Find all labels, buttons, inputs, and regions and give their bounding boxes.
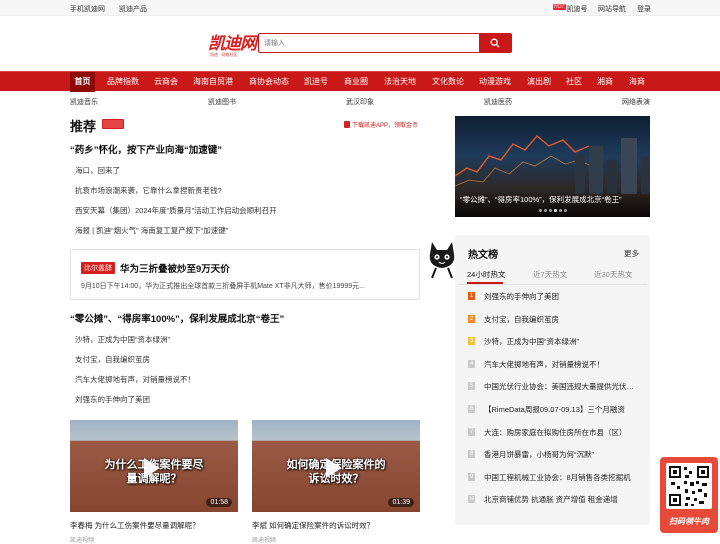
search-icon (490, 38, 500, 48)
products-link[interactable]: 凯迪产品 (119, 4, 147, 14)
tab-30days[interactable]: 近30天热文 (594, 269, 632, 280)
list-item[interactable]: 海口，回来了 (75, 165, 120, 176)
recommend-tag (102, 119, 124, 129)
featured-desc: 9月10日下午14:00，华为正式推出全球首款三折叠屏手机Mate XT非凡大师… (81, 283, 365, 290)
search-box (258, 33, 512, 53)
list-item[interactable]: 沙特，正成为中国“资本绿洲” (75, 334, 170, 345)
carousel-dots[interactable] (455, 205, 650, 214)
nav-community[interactable]: 社区 (562, 72, 586, 92)
hotlist-item[interactable]: 北京商铺优势 抗通胀 资产增值 租金递增 (484, 494, 639, 505)
rank-number: 7 (468, 428, 475, 436)
video-card-1[interactable]: 为什么工伤案件要尽 量调解呢？ 01:58 (70, 420, 238, 512)
phone-icon (344, 121, 350, 128)
nav-kaidihao[interactable]: 凯迪号 (299, 72, 333, 92)
subnav-music[interactable]: 凯迪音乐 (70, 97, 98, 107)
nav-cloud-chamber[interactable]: 云商会 (149, 72, 183, 92)
hotlist-item[interactable]: 香港月饼暴雷，小杨哥为何“沉默” (484, 449, 639, 460)
nav-hunan-merchants[interactable]: 湘商 (593, 72, 617, 92)
hotlist-item[interactable]: 中国工程机械工业协会：8月销售各类挖掘机 (484, 472, 639, 483)
list-item[interactable]: 抗衰市场浪潮来袭，它靠什么拿捏新贵老钱? (75, 185, 222, 196)
hotlist-more-link[interactable]: 更多 (624, 248, 639, 259)
hotlist-title: 热文榜 (468, 250, 498, 261)
rank-number: 2 (468, 315, 475, 323)
banner-caption[interactable]: “零公摊”、“得房率100%”，保利发展成北京“卷王” (460, 194, 622, 205)
hotlist-item[interactable]: 刘强东的手伸向了美团 (484, 291, 639, 302)
login-link[interactable]: 登录 (637, 4, 651, 14)
nav-culture[interactable]: 文化数论 (427, 72, 469, 92)
nav-hainan-merchants[interactable]: 海商 (625, 72, 649, 92)
rank-number: 8 (468, 450, 475, 458)
qr-promo-widget[interactable]: 扫码领牛肉 (660, 457, 718, 533)
download-app-link[interactable]: 下载凯迪APP，领取金币 (344, 120, 418, 129)
kaidihao-link[interactable]: HOT 凯迪号 (553, 4, 588, 14)
hotlist-divider (458, 284, 647, 285)
rank-number: 9 (468, 473, 475, 481)
hotlist-item[interactable]: 大连：购房家庭在拟购住房所在市县（区） (484, 427, 639, 438)
tab-24h[interactable]: 24小时热文 (467, 269, 505, 280)
qr-code (666, 463, 712, 509)
qr-label: 扫码领牛肉 (669, 517, 709, 526)
featured-card[interactable]: 比尔盖辞 华为三折叠被炒至9万天价 9月10日下午14:00，华为正式推出全球首… (70, 249, 420, 300)
nav-law[interactable]: 法治天地 (379, 72, 421, 92)
list-item[interactable]: 西安天幕（集团）2024年度“质量月”活动工作启动会顺利召开 (75, 205, 277, 216)
main-nav: 首页 品牌指数 云商会 海南自贸港 商协会动态 凯迪号 商业圈 法治天地 文化数… (0, 71, 720, 92)
search-input[interactable] (259, 34, 480, 52)
subnav-performance[interactable]: 网络表演 (622, 97, 650, 107)
rank-number: 10 (468, 495, 475, 503)
site-logo[interactable]: 凯迪网 凯迪 · 网络社区 (208, 29, 257, 57)
nav-chamber-news[interactable]: 商协会动态 (243, 72, 295, 92)
video-title-2[interactable]: 李斌 如何确定保险案件的诉讼时效？ (252, 520, 374, 531)
rank-number: 1 (468, 292, 475, 300)
hotlist-item[interactable]: 中国光伏行业协会：美国违规大量提供光伏补贴 (484, 381, 639, 392)
mobile-site-link[interactable]: 手机凯迪网 (70, 4, 105, 14)
featured-banner[interactable]: “零公摊”、“得房率100%”，保利发展成北京“卷王” (455, 116, 650, 217)
headline-2[interactable]: “零公摊”、“得房率100%”，保利发展成北京“卷王” (70, 311, 284, 325)
subnav-books[interactable]: 凯迪图书 (208, 97, 236, 107)
hot-badge: HOT (553, 4, 566, 10)
recommend-title: 推荐 (70, 119, 97, 134)
video-duration: 01:58 (206, 498, 232, 507)
logo-text: 凯迪网 (208, 34, 257, 54)
subnav-medicine[interactable]: 凯迪医药 (484, 97, 512, 107)
kaidihao-label: 凯迪号 (566, 6, 588, 13)
top-utility-bar: 手机凯迪网 凯迪产品 HOT 凯迪号 网站导航 登录 (0, 0, 720, 16)
hotlist-item[interactable]: 沙特，正成为中国“资本绿洲” (484, 336, 639, 347)
nav-hainan-ftp[interactable]: 海南自贸港 (188, 72, 238, 92)
nav-anime-games[interactable]: 动漫游戏 (474, 72, 516, 92)
video-duration: 01:39 (388, 498, 414, 507)
rank-number: 4 (468, 360, 475, 368)
search-button[interactable] (479, 34, 511, 52)
download-app-label: 下载凯迪APP，领取金币 (352, 123, 419, 129)
list-item[interactable]: 海报 | 凯迪“烟火气” 海南复工复产按下“加速键” (75, 225, 228, 236)
nav-shows[interactable]: 演出剧 (522, 72, 556, 92)
rank-number: 6 (468, 405, 475, 413)
video-title-1[interactable]: 李春梅 为什么工伤案件要尽量调解呢？ (70, 520, 200, 531)
featured-title[interactable]: 华为三折叠被炒至9万天价 (120, 261, 230, 275)
list-item[interactable]: 汽车大佬掷地有声，对销量榜说不！ (75, 374, 195, 385)
subnav-wuhan[interactable]: 武汉印象 (346, 97, 374, 107)
rank-number: 5 (468, 382, 475, 390)
list-item[interactable]: 刘强东的手伸向了美团 (75, 394, 150, 405)
video-card-2[interactable]: 如何确定保险案件的 诉讼时效？ 01:39 (252, 420, 420, 512)
hotlist-item[interactable]: 【RimeData周报09.07-09.13】三个月融资 (484, 404, 639, 415)
tab-7days[interactable]: 近7天热文 (533, 269, 567, 280)
list-item[interactable]: 支付宝，自我编织茧房 (75, 354, 150, 365)
hotlist-item[interactable]: 支付宝，自我编织茧房 (484, 314, 639, 325)
nav-brand-index[interactable]: 品牌指数 (101, 72, 145, 92)
site-nav-link[interactable]: 网站导航 (598, 4, 626, 14)
cat-mascot-icon (429, 242, 455, 279)
hotlist-item[interactable]: 汽车大佬掷地有声，对销量榜说不！ (484, 359, 639, 370)
nav-business[interactable]: 商业圈 (339, 72, 373, 92)
headline-1[interactable]: “药乡”怀化，按下产业向海“加速键” (70, 142, 222, 156)
play-icon[interactable] (144, 458, 160, 478)
featured-badge: 比尔盖辞 (81, 262, 115, 274)
nav-home[interactable]: 首页 (70, 72, 95, 92)
play-icon[interactable] (326, 458, 342, 478)
rank-number: 3 (468, 337, 475, 345)
